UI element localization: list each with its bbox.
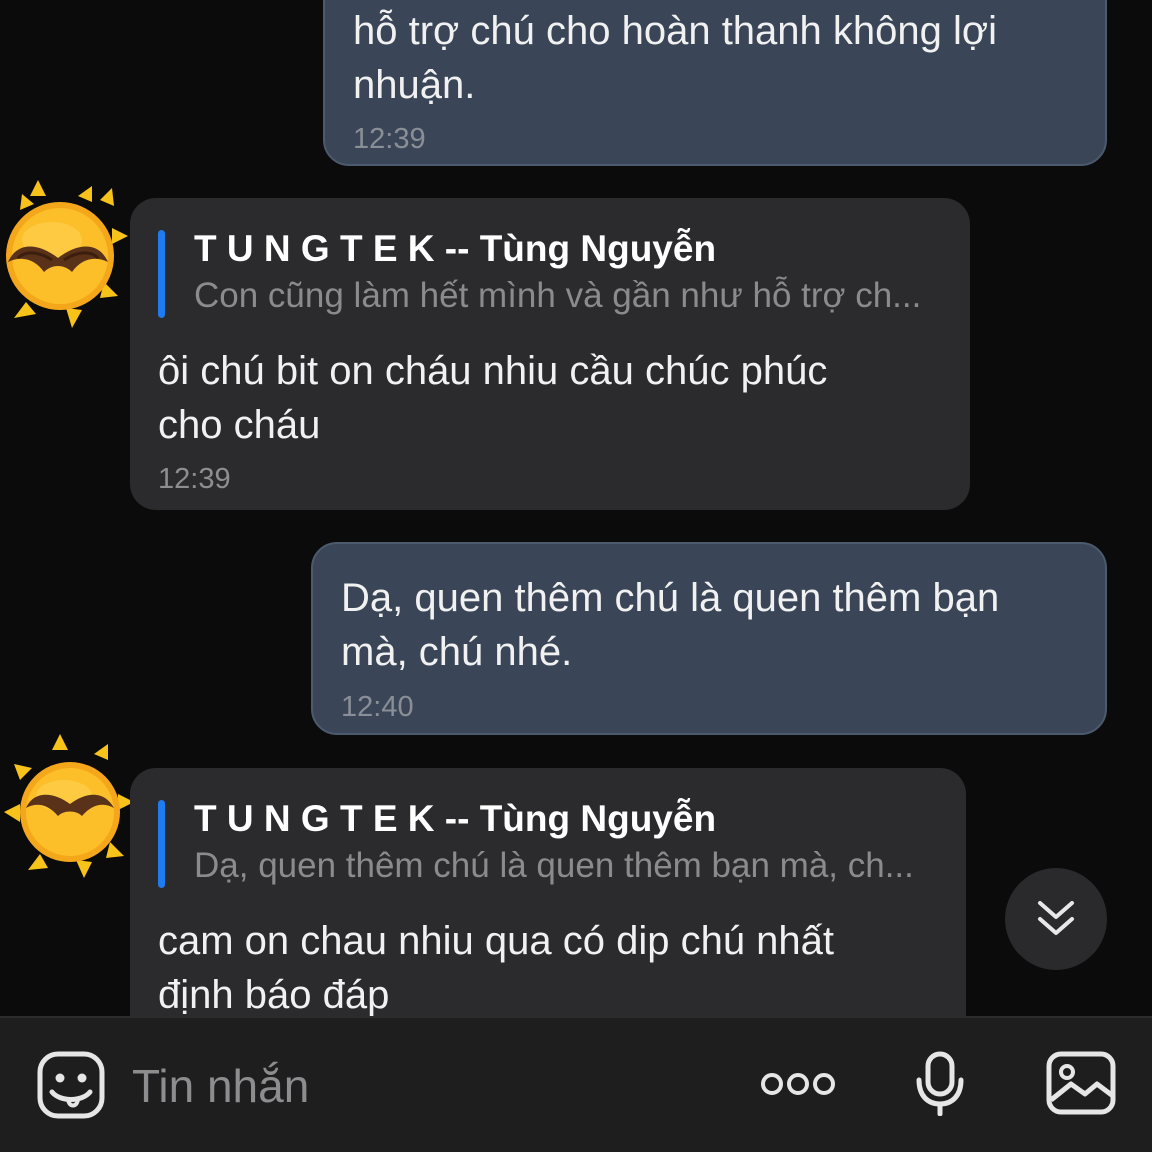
message-time: 12:39 (353, 123, 426, 155)
reply-snippet: Dạ, quen thêm chú là quen thêm bạn mà, c… (194, 846, 914, 885)
reply-snippet: Con cũng làm hết mình và gần như hỗ trợ … (194, 276, 922, 315)
outgoing-message-bubble[interactable]: hỗ trợ chú cho hoàn thanh không lợi nhuậ… (323, 0, 1107, 166)
incoming-message-bubble[interactable]: T U N G T E K -- Tùng Nguyễn Dạ, quen th… (130, 768, 966, 1016)
emoji-sticker-icon[interactable] (36, 1050, 106, 1120)
message-input[interactable]: Tin nhắn (132, 1058, 309, 1114)
microphone-icon[interactable] (914, 1050, 966, 1116)
more-dots-icon[interactable] (760, 1070, 836, 1098)
reply-quote-bar (158, 230, 165, 318)
incoming-message-bubble[interactable]: T U N G T E K -- Tùng Nguyễn Con cũng là… (130, 198, 970, 510)
message-list[interactable]: hỗ trợ chú cho hoàn thanh không lợi nhuậ… (0, 0, 1152, 1016)
reply-quote[interactable]: T U N G T E K -- Tùng Nguyễn Con cũng là… (158, 226, 980, 320)
reply-author-name: T U N G T E K -- Tùng Nguyễn (194, 228, 717, 269)
chat-screen: hỗ trợ chú cho hoàn thanh không lợi nhuậ… (0, 0, 1152, 1152)
reply-quote-bar (158, 800, 165, 888)
message-text: ôi chú bit on cháu nhiu cầu chúc phúc ch… (158, 349, 828, 447)
sun-mustache-avatar-icon[interactable] (0, 178, 130, 328)
double-chevron-down-icon (1038, 901, 1074, 935)
message-text: cam on chau nhiu qua có dip chú nhất địn… (158, 919, 835, 1016)
message-text: hỗ trợ chú cho hoàn thanh không lợi nhuậ… (353, 9, 998, 107)
outgoing-message-bubble[interactable]: Dạ, quen thêm chú là quen thêm bạn mà, c… (311, 542, 1107, 735)
scroll-to-bottom-button[interactable] (1005, 868, 1107, 970)
reply-author-name: T U N G T E K -- Tùng Nguyễn (194, 798, 717, 839)
message-text: Dạ, quen thêm chú là quen thêm bạn mà, c… (341, 576, 1000, 674)
sun-mustache-avatar-icon[interactable] (4, 730, 134, 880)
message-time: 12:40 (341, 691, 414, 723)
image-gallery-icon[interactable] (1045, 1050, 1117, 1116)
reply-quote[interactable]: T U N G T E K -- Tùng Nguyễn Dạ, quen th… (158, 796, 976, 890)
message-time: 12:39 (158, 463, 231, 495)
